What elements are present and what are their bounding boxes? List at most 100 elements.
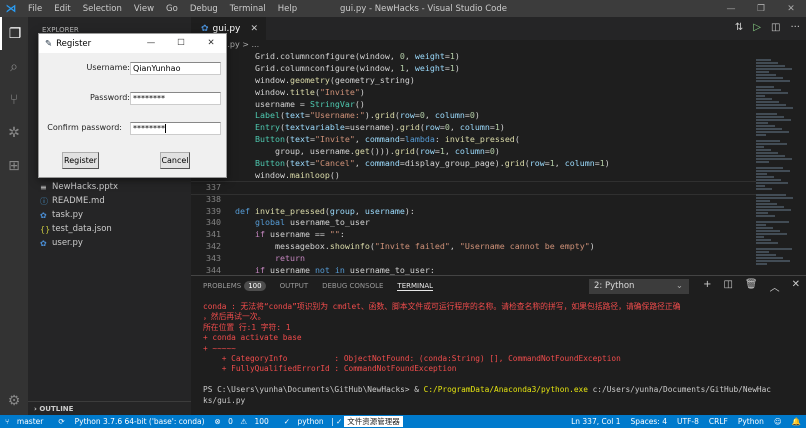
language-mode[interactable]: Python	[738, 417, 764, 426]
tab-debug-console[interactable]: DEBUG CONSOLE	[322, 282, 383, 290]
code-line: 334 group, username.get())).grid(row=1, …	[191, 146, 756, 158]
dialog-close-icon[interactable]: ✕	[196, 34, 226, 53]
debug-icon[interactable]: ✲	[0, 116, 28, 149]
close-icon[interactable]: ✕	[776, 4, 806, 14]
minimap-line	[756, 206, 784, 208]
cancel-button[interactable]: Cancel	[160, 152, 190, 169]
activity-bar: ❐ ⌕ ⑂ ✲ ⊞ ⚙	[0, 17, 28, 415]
minimap-line	[756, 170, 790, 172]
file-item[interactable]: {} test_data.json	[28, 222, 191, 236]
menu-selection[interactable]: Selection	[83, 4, 122, 14]
extensions-icon[interactable]: ⊞	[0, 149, 28, 182]
code-token: command	[364, 134, 400, 145]
interpreter-item[interactable]: Python 3.7.6 64-bit ('base': conda)	[75, 417, 205, 426]
menu-terminal[interactable]: Terminal	[230, 4, 266, 14]
code-editor[interactable]: 326 Grid.columnconfigure(window, 0, weig…	[191, 51, 756, 275]
gear-icon[interactable]: ⚙	[0, 393, 28, 409]
menu-edit[interactable]: Edit	[54, 4, 70, 14]
more-icon[interactable]: ···	[790, 22, 800, 33]
sync-icon[interactable]: ⟳	[58, 417, 64, 426]
file-item[interactable]: ⓘ README.md	[28, 194, 191, 208]
code-line: 333 Button(text="Invite", command=lambda…	[191, 134, 756, 146]
username-input[interactable]: QianYunhao	[130, 62, 221, 75]
source-control-icon[interactable]: ⑂	[0, 83, 28, 116]
code-token: ,	[354, 205, 365, 216]
code-token: StringVar	[309, 98, 355, 109]
menu-help[interactable]: Help	[278, 4, 297, 14]
line-number: 340	[206, 217, 221, 228]
feedback-icon[interactable]: ☺	[774, 417, 782, 426]
dialog-minimize-icon[interactable]: —	[136, 34, 166, 53]
encoding[interactable]: UTF-8	[677, 417, 699, 426]
minimap-line	[756, 179, 781, 181]
minimap-line	[756, 152, 778, 154]
outline-section[interactable]: › OUTLINE	[28, 401, 191, 415]
menu-view[interactable]: View	[134, 4, 154, 14]
indentation[interactable]: Spaces: 4	[631, 417, 667, 426]
code-token: Grid.columnconfigure(window,	[235, 51, 400, 61]
code-token: get	[354, 146, 370, 157]
confirm-password-input[interactable]: ********	[130, 122, 221, 135]
minimap-line	[756, 167, 783, 169]
tab-terminal[interactable]: TERMINAL	[397, 282, 434, 291]
code-line: 340 global username_to_user	[191, 217, 756, 229]
code-token: textvariable	[284, 122, 345, 133]
bell-icon[interactable]: 🔔	[792, 417, 801, 426]
code-token: username_to_user	[284, 217, 370, 228]
minimize-icon[interactable]: —	[716, 4, 746, 14]
dialog-title-bar: ✎ Register — ☐ ✕	[39, 34, 226, 53]
code-token: mainloop	[289, 169, 330, 180]
split-terminal-icon[interactable]: ◫	[723, 279, 732, 294]
code-token: weight	[414, 51, 445, 61]
compare-icon[interactable]: ⇅	[735, 22, 743, 33]
menu-file[interactable]: File	[28, 4, 42, 14]
minimap-line	[756, 113, 777, 115]
tab-problems[interactable]: PROBLEMS 100	[203, 281, 266, 291]
explorer-icon[interactable]: ❐	[0, 17, 28, 50]
new-terminal-icon[interactable]: +	[703, 279, 711, 294]
terminal-select[interactable]: 2: Python ⌄	[589, 279, 689, 294]
cursor-position[interactable]: Ln 337, Col 1	[571, 417, 620, 426]
task-item[interactable]: ✓ python | ✓	[284, 417, 343, 426]
close-panel-icon[interactable]: ✕	[792, 279, 800, 294]
code-token: Label	[254, 110, 280, 121]
search-icon[interactable]: ⌕	[0, 50, 28, 83]
minimap-line	[756, 128, 782, 130]
trash-icon[interactable]: 🗑	[745, 279, 758, 294]
minimap[interactable]	[752, 52, 797, 275]
tab-output[interactable]: OUTPUT	[280, 282, 309, 290]
file-item[interactable]: ≡ NewHacks.pptx	[28, 180, 191, 194]
minimap-line	[756, 224, 766, 226]
menu-go[interactable]: Go	[166, 4, 178, 14]
code-line: 330 username = StringVar()	[191, 99, 756, 111]
code-token: )	[589, 241, 595, 252]
split-editor-icon[interactable]: ◫	[771, 22, 780, 33]
confirm-password-label: Confirm password:	[47, 123, 122, 132]
file-item[interactable]: ✿ user.py	[28, 236, 191, 250]
branch-item[interactable]: ⑂ master	[5, 417, 48, 426]
dialog-title: Register	[56, 38, 92, 49]
run-icon[interactable]: ▷	[753, 22, 761, 33]
restore-icon[interactable]: ❐	[746, 4, 776, 14]
editor-scrollbar[interactable]	[798, 52, 806, 275]
code-token: Button	[254, 158, 285, 169]
problems-item[interactable]: ⊗ 0 ⚠ 100	[215, 417, 274, 426]
code-token: column	[459, 122, 490, 133]
maximize-panel-icon[interactable]: ︿	[770, 279, 780, 294]
minimap-line	[756, 71, 769, 73]
minimap-line	[756, 86, 774, 88]
register-button[interactable]: Register	[62, 152, 99, 169]
file-item[interactable]: ✿ task.py	[28, 208, 191, 222]
menu-debug[interactable]: Debug	[190, 4, 218, 14]
password-input[interactable]: ********	[130, 92, 221, 105]
minimap-line	[756, 140, 780, 142]
python-file-icon: ✿	[201, 23, 209, 34]
minimap-line	[756, 260, 790, 262]
close-tab-icon[interactable]: ✕	[250, 24, 258, 34]
terminal-output[interactable]: conda : 无法将“conda”项识别为 cmdlet、函数、脚本文件或可运…	[191, 296, 806, 406]
eol[interactable]: CRLF	[709, 417, 728, 426]
dialog-maximize-icon[interactable]: ☐	[166, 34, 196, 53]
